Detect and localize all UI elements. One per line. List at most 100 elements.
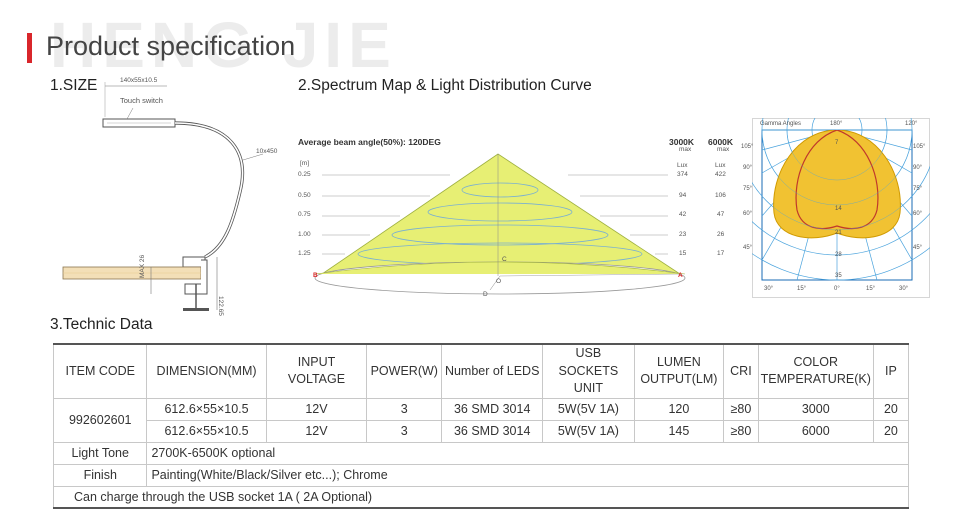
col-6000k-lux: Lux <box>715 162 726 169</box>
header-ip: IP <box>872 343 910 399</box>
voltage-cell: 12V <box>265 397 368 421</box>
header-leds: Number of LEDS <box>441 343 544 399</box>
lux-6000-row: 47 <box>717 211 725 218</box>
lumen-cell: 120 <box>633 397 725 421</box>
table-header-row: ITEM CODE DIMENSION(MM) INPUT VOLTAGE PO… <box>52 343 910 399</box>
height-label: 122.65 <box>217 296 224 316</box>
polar-bottom-angle: 15° <box>797 286 807 292</box>
polar-right-angle: 90° <box>913 165 923 171</box>
polar-left-angle: 105° <box>741 144 754 150</box>
title-accent-bar <box>27 33 32 63</box>
light-tone-row: Light Tone 2700K-6500K optional <box>52 441 909 465</box>
lumen-cell: 145 <box>633 419 725 443</box>
ip-cell: 20 <box>872 419 910 443</box>
polar-bottom-angle: 0° <box>834 286 840 292</box>
lux-6000-row: 106 <box>715 192 726 199</box>
power-cell: 3 <box>366 419 443 443</box>
polar-left-angle: 90° <box>743 165 753 171</box>
point-d: D <box>483 291 488 298</box>
polar-radial-label: 35 <box>835 273 842 279</box>
polar-radial-label: 7 <box>835 140 839 146</box>
polar-radial-label: 14 <box>835 206 842 212</box>
header-dimension: DIMENSION(MM) <box>146 343 267 399</box>
col-3000k-lux: Lux <box>677 162 688 169</box>
dimension-cell: 612.6×55×10.5 <box>146 397 267 421</box>
size-diagram <box>62 82 264 311</box>
power-cell: 3 <box>366 397 443 421</box>
usb-note-row: Can charge through the USB socket 1A ( 2… <box>53 485 909 509</box>
light-tone-label: Light Tone <box>52 441 148 465</box>
beam-angle-label: Average beam angle(50%): 120DEG <box>298 137 441 147</box>
dimension-cell: 612.6×55×10.5 <box>146 419 267 443</box>
lux-6000-row: 26 <box>717 231 725 238</box>
gamma-angles-label: Gamma Angles <box>760 121 802 127</box>
voltage-cell: 12V <box>265 419 368 443</box>
light-tone-value: 2700K-6500K optional <box>146 441 909 465</box>
distance-unit: [m] <box>300 160 310 167</box>
technic-section-title: 3.Technic Data <box>50 316 153 333</box>
polar-radial-label: 21 <box>835 230 842 236</box>
technic-data-table: ITEM CODE DIMENSION(MM) INPUT VOLTAGE PO… <box>52 343 910 509</box>
item-code-cell: 992602601 <box>52 397 148 443</box>
header-item-code: ITEM CODE <box>52 343 148 399</box>
ip-cell: 20 <box>872 397 910 421</box>
polar-bottom-angle: 30° <box>899 286 909 292</box>
lux-3000-row: 15 <box>679 250 687 257</box>
cct-cell: 6000 <box>757 419 874 443</box>
arm-length-label: 10x450 <box>256 148 278 155</box>
finish-label: Finish <box>52 463 148 487</box>
col-6000k-max: max <box>717 146 730 153</box>
lux-6000-row: 422 <box>715 171 726 178</box>
distance-row: 1.00 <box>298 231 311 238</box>
polar-left-angle: 60° <box>743 211 753 217</box>
usb-cell: 5W(5V 1A) <box>542 397 635 421</box>
polar-top-180: 180° <box>830 121 843 127</box>
point-b: B <box>313 272 318 279</box>
cri-cell: ≥80 <box>723 397 759 421</box>
header-input-voltage: INPUT VOLTAGE <box>265 343 368 399</box>
page-title: Product specification <box>46 31 296 61</box>
polar-right-angle: 60° <box>913 211 923 217</box>
table-row: 612.6×55×10.5 12V 3 36 SMD 3014 5W(5V 1A… <box>54 419 910 443</box>
distance-row: 1.25 <box>298 250 311 257</box>
distance-row: 0.50 <box>298 192 311 199</box>
lux-3000-row: 374 <box>677 171 688 178</box>
lux-6000-row: 17 <box>717 250 725 257</box>
polar-right-angle: 105° <box>913 144 926 150</box>
cct-cell: 3000 <box>757 397 874 421</box>
cri-cell: ≥80 <box>723 419 759 443</box>
distance-row: 0.75 <box>298 211 311 218</box>
polar-right-angle: 45° <box>913 245 923 251</box>
finish-row: Finish Painting(White/Black/Silver etc..… <box>52 463 909 487</box>
header-usb: USB SOCKETS UNIT <box>542 343 635 399</box>
lux-3000-row: 94 <box>679 192 687 199</box>
polar-radial-label: 28 <box>835 252 842 258</box>
polar-left-angle: 75° <box>743 186 753 192</box>
polar-top-120: 120° <box>905 121 918 127</box>
lux-3000-row: 23 <box>679 231 687 238</box>
usb-cell: 5W(5V 1A) <box>542 419 635 443</box>
lux-3000-row: 42 <box>679 211 687 218</box>
head-dimension-label: 140x55x10.5 <box>120 77 158 84</box>
header-power: POWER(W) <box>366 343 443 399</box>
col-3000k-max: max <box>679 146 692 153</box>
polar-right-angle: 75° <box>913 186 923 192</box>
max-clamp-label: MAX 26 <box>139 254 146 278</box>
table-row: 992602601 612.6×55×10.5 12V 3 36 SMD 301… <box>52 397 910 443</box>
beam-cone-diagram <box>314 153 686 295</box>
header-cri: CRI <box>723 343 759 399</box>
point-c: C <box>502 256 507 263</box>
leds-cell: 36 SMD 3014 <box>441 397 544 421</box>
header-color-temp: COLOR TEMPERATURE(K) <box>757 343 874 399</box>
usb-charge-note: Can charge through the USB socket 1A ( 2… <box>53 485 909 509</box>
polar-left-angle: 45° <box>743 245 753 251</box>
spectrum-section-title: 2.Spectrum Map & Light Distribution Curv… <box>298 77 592 94</box>
point-a: A <box>678 272 683 279</box>
distance-row: 0.25 <box>298 171 311 178</box>
touch-switch-label: Touch switch <box>120 96 163 105</box>
header-lumen: LUMEN OUTPUT(LM) <box>633 343 725 399</box>
point-o: O <box>496 278 502 285</box>
leds-cell: 36 SMD 3014 <box>441 419 544 443</box>
finish-value: Painting(White/Black/Silver etc...); Chr… <box>146 463 909 487</box>
polar-bottom-angle: 30° <box>764 286 774 292</box>
